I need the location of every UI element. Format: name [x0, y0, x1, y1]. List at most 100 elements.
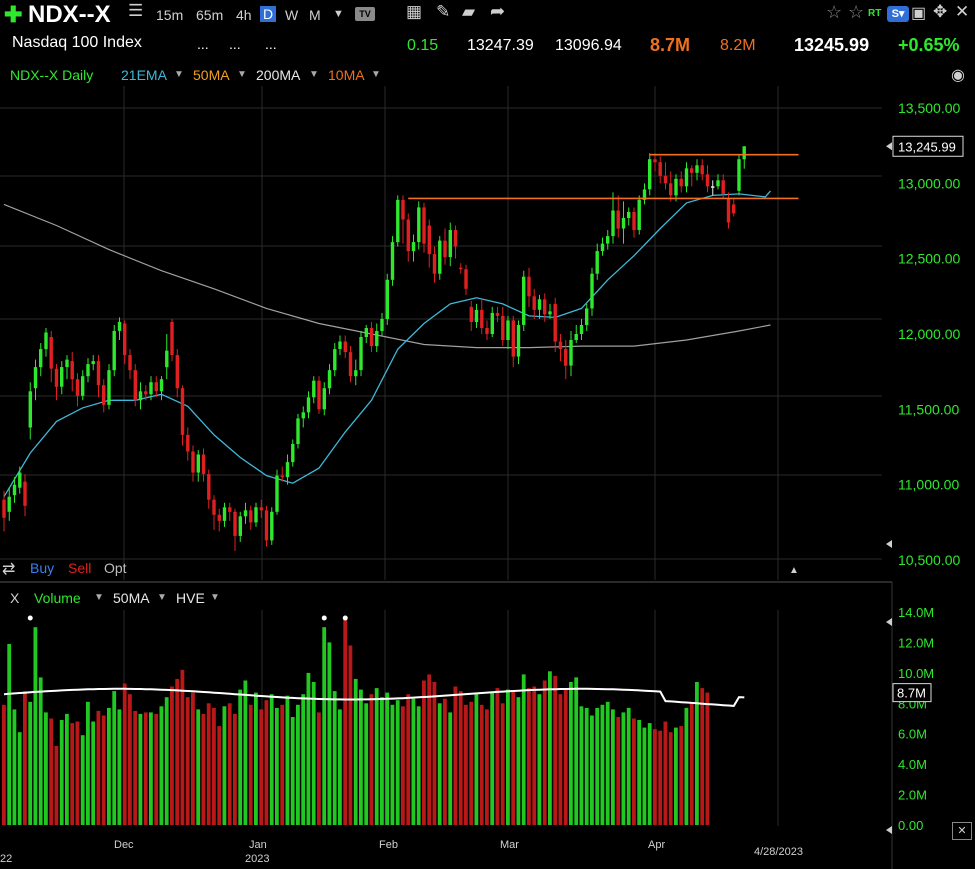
volume-bar — [432, 682, 437, 825]
volume-bar — [416, 706, 421, 825]
price-volume-chart[interactable]: 13,500.00 13,000.00 12,500.00 12,000.00 11,5… — [0, 0, 975, 869]
volume-bar — [600, 704, 605, 825]
volume-bar — [479, 704, 484, 825]
candle-body — [217, 514, 221, 521]
candle-body — [711, 186, 715, 188]
options-button[interactable]: Opt — [104, 560, 127, 576]
volume-label[interactable]: Volume — [34, 590, 81, 606]
volume-bar — [59, 720, 64, 825]
volume-bar — [338, 709, 342, 825]
candle-body — [411, 242, 416, 252]
volume-bar — [222, 706, 227, 825]
volume-bar — [227, 703, 232, 825]
volume-bar — [91, 721, 96, 825]
last-price-pointer — [886, 142, 892, 151]
volume-bar — [668, 732, 673, 825]
volume-bar — [49, 718, 54, 825]
moving-averages — [3, 190, 771, 498]
candle-body — [170, 321, 174, 355]
volume-bar — [285, 695, 290, 825]
candle-body — [280, 475, 284, 478]
volume-bar — [437, 703, 442, 825]
volume-bar — [574, 677, 579, 825]
volume-bar — [248, 704, 253, 825]
chevron-down-icon[interactable]: ▼ — [94, 592, 104, 603]
candle-body — [301, 412, 305, 419]
candle-body — [506, 320, 510, 340]
candle-body — [380, 318, 384, 331]
volume-bar — [269, 694, 274, 825]
buy-button[interactable]: Buy — [30, 560, 54, 576]
candle-body — [128, 355, 132, 371]
date-label: Dec — [114, 839, 134, 851]
sell-button[interactable]: Sell — [68, 560, 91, 576]
resize-icon[interactable]: ✕ — [952, 822, 972, 840]
candle-body — [133, 370, 137, 401]
volume-bar — [369, 694, 374, 825]
candle-body — [322, 388, 326, 410]
volume-bar — [532, 686, 537, 825]
candle-body — [75, 379, 80, 396]
candle-body — [86, 364, 90, 377]
volume-bar — [684, 707, 689, 825]
volume-bar — [243, 680, 248, 825]
candle-body — [107, 370, 111, 405]
candle-body — [96, 361, 101, 386]
candle-body — [359, 337, 363, 371]
price-axis: 13,500.00 13,000.00 12,500.00 12,000.00 11,5… — [886, 100, 964, 568]
hve-label[interactable]: HVE — [176, 590, 205, 606]
volume-tick-label: 0.00 — [898, 818, 923, 833]
hve-marker — [27, 615, 33, 621]
volume-bar — [595, 707, 600, 825]
volume-close-button[interactable]: X — [10, 590, 19, 606]
volume-bar — [548, 671, 552, 825]
candle-body — [495, 312, 500, 316]
volume-bar — [117, 709, 122, 825]
volume-bar — [44, 712, 48, 825]
volume-ma-label[interactable]: 50MA — [113, 590, 150, 606]
candle-body — [285, 462, 290, 478]
volume-bar — [621, 712, 626, 825]
candle-body — [532, 296, 536, 310]
candle-body — [432, 254, 437, 274]
volume-bar — [569, 682, 573, 825]
candle-body — [742, 146, 746, 160]
candle-body — [453, 230, 458, 247]
swap-icon[interactable]: ⇄ — [2, 559, 15, 579]
candle-body — [348, 352, 353, 377]
candle-body — [448, 230, 452, 258]
volume-bar — [527, 688, 531, 825]
volume-bar — [196, 709, 201, 825]
volume-bar — [605, 701, 610, 825]
candle-body — [233, 511, 237, 536]
last-volume-label: 8.7M — [897, 686, 926, 701]
volume-tick-label: 12.0M — [898, 635, 934, 650]
volume-bar — [322, 627, 327, 825]
candle-body — [65, 359, 69, 368]
candle-body — [459, 267, 463, 270]
candle-body — [186, 434, 190, 452]
candle-body — [254, 507, 258, 523]
volume-bar — [385, 692, 390, 825]
candle-body — [569, 340, 573, 366]
volume-tick-label: 6.0M — [898, 727, 927, 742]
candle-body — [690, 168, 694, 173]
candle-body — [716, 180, 720, 187]
volume-bar — [254, 692, 258, 825]
chevron-down-icon[interactable]: ▼ — [210, 592, 220, 603]
collapse-triangle-icon[interactable]: ▲ — [789, 565, 799, 576]
volume-bar — [422, 680, 426, 825]
candle-body — [238, 516, 242, 536]
candle-body — [259, 507, 263, 511]
volume-bar — [191, 692, 195, 825]
volume-bar — [700, 688, 705, 825]
candle-body — [154, 382, 158, 392]
price-tick-label: 13,000.00 — [898, 175, 960, 191]
candle-body — [375, 331, 379, 347]
chevron-down-icon[interactable]: ▼ — [157, 592, 167, 603]
candle-body — [196, 454, 200, 473]
volume-bar — [28, 701, 33, 825]
volume-bar — [632, 718, 636, 825]
last-price-label: 13,245.99 — [898, 139, 956, 154]
volume-bar — [233, 713, 237, 825]
